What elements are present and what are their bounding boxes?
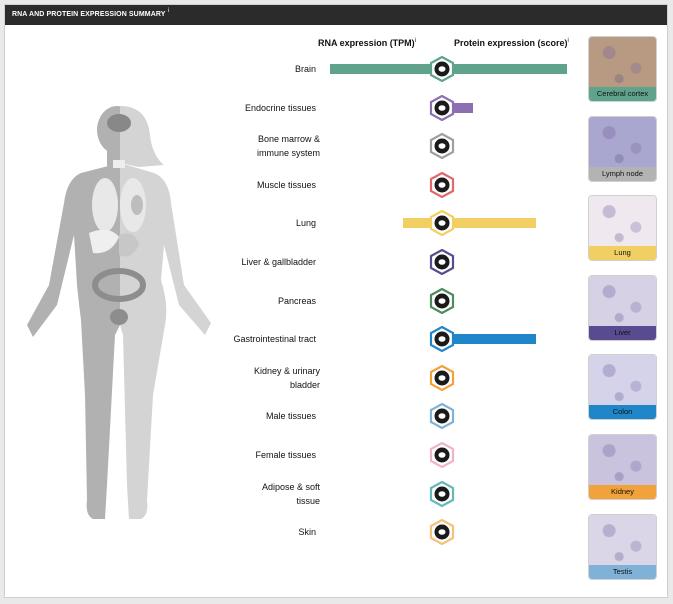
tissue-label[interactable]: Brain: [186, 62, 316, 76]
tissue-label[interactable]: Male tissues: [186, 409, 316, 423]
rna-info-icon[interactable]: i: [415, 38, 416, 44]
tissue-thumbnail[interactable]: Kidney: [588, 434, 657, 500]
thyroid-icon[interactable]: [429, 94, 455, 121]
left-lung-organ: [92, 178, 118, 232]
protein-column-header: Protein expression (score)i: [454, 38, 569, 48]
tissue-micrograph: [589, 37, 656, 89]
tissue-label[interactable]: Bone marrow & immune system: [250, 132, 320, 160]
thumbnail-caption: Cerebral cortex: [589, 87, 656, 101]
tissue-micrograph: [589, 275, 656, 328]
panel-header: RNA AND PROTEIN EXPRESSION SUMMARY i: [5, 5, 667, 25]
stomach-icon[interactable]: [429, 326, 455, 353]
liver-icon[interactable]: [429, 249, 455, 275]
tissue-label[interactable]: Kidney & urinary bladder: [250, 364, 320, 392]
tissue-label[interactable]: Pancreas: [186, 294, 316, 308]
protein-column-label: Protein expression (score): [454, 38, 568, 48]
thumbnail-caption: Lymph node: [589, 166, 656, 181]
protein-expression-bar[interactable]: [442, 64, 567, 74]
bladder-organ: [110, 309, 128, 325]
rna-column-label: RNA expression (TPM): [318, 38, 415, 48]
tissue-label[interactable]: Female tissues: [186, 448, 316, 462]
thumbnail-caption: Colon: [589, 405, 656, 420]
thyroid-organ: [113, 160, 125, 168]
tissue-micrograph: [589, 116, 656, 169]
pancreas-icon[interactable]: [429, 287, 455, 314]
tissue-label[interactable]: Adipose & soft tissue: [250, 480, 320, 508]
adipose-icon[interactable]: [429, 480, 455, 507]
tissue-label[interactable]: Muscle tissues: [186, 178, 316, 192]
tissue-label[interactable]: Liver & gallbladder: [186, 255, 316, 269]
tissue-thumbnail[interactable]: Lung: [588, 195, 657, 262]
muscle-icon[interactable]: [429, 171, 455, 198]
human-body-figure: [27, 106, 211, 519]
thumbnail-caption: Liver: [589, 325, 656, 340]
lung-icon[interactable]: [429, 210, 455, 237]
thumbnail-caption: Lung: [589, 246, 656, 261]
thumbnail-caption: Kidney: [589, 485, 656, 499]
brain-organ: [107, 114, 131, 132]
male-tissue-icon[interactable]: [429, 403, 455, 430]
protein-expression-bar[interactable]: [442, 218, 536, 229]
tissue-micrograph: [589, 435, 656, 487]
tissue-label[interactable]: Lung: [186, 216, 316, 230]
expression-summary-panel: RNA AND PROTEIN EXPRESSION SUMMARY i RNA…: [4, 4, 668, 598]
protein-expression-bar[interactable]: [442, 334, 536, 345]
tissue-label[interactable]: Gastrointestinal tract: [186, 332, 316, 346]
brain-icon[interactable]: [429, 56, 455, 82]
tissue-micrograph: [589, 355, 656, 408]
tissue-thumbnail[interactable]: Colon: [588, 354, 657, 421]
bone-marrow-icon[interactable]: [429, 133, 455, 160]
heart-organ: [131, 195, 143, 215]
uterus-icon[interactable]: [429, 442, 455, 468]
rna-column-header: RNA expression (TPM)i: [318, 38, 416, 48]
protein-info-icon[interactable]: i: [568, 38, 569, 44]
tissue-micrograph: [589, 196, 656, 249]
tissue-label[interactable]: Endocrine tissues: [186, 101, 316, 115]
tissue-label[interactable]: Skin: [186, 525, 316, 539]
skin-icon[interactable]: [429, 519, 455, 546]
thumbnail-caption: Testis: [589, 564, 656, 579]
tissue-thumbnail[interactable]: Liver: [588, 274, 657, 341]
rna-expression-bar[interactable]: [330, 64, 442, 74]
panel-title: RNA AND PROTEIN EXPRESSION SUMMARY: [12, 11, 166, 18]
tissue-thumbnail[interactable]: Lymph node: [588, 115, 657, 182]
tissue-thumbnail[interactable]: Testis: [588, 513, 657, 580]
title-info-icon[interactable]: i: [168, 8, 169, 14]
tissue-micrograph: [589, 514, 656, 567]
kidney-icon[interactable]: [429, 364, 455, 391]
tissue-thumbnail[interactable]: Cerebral cortex: [588, 36, 657, 102]
